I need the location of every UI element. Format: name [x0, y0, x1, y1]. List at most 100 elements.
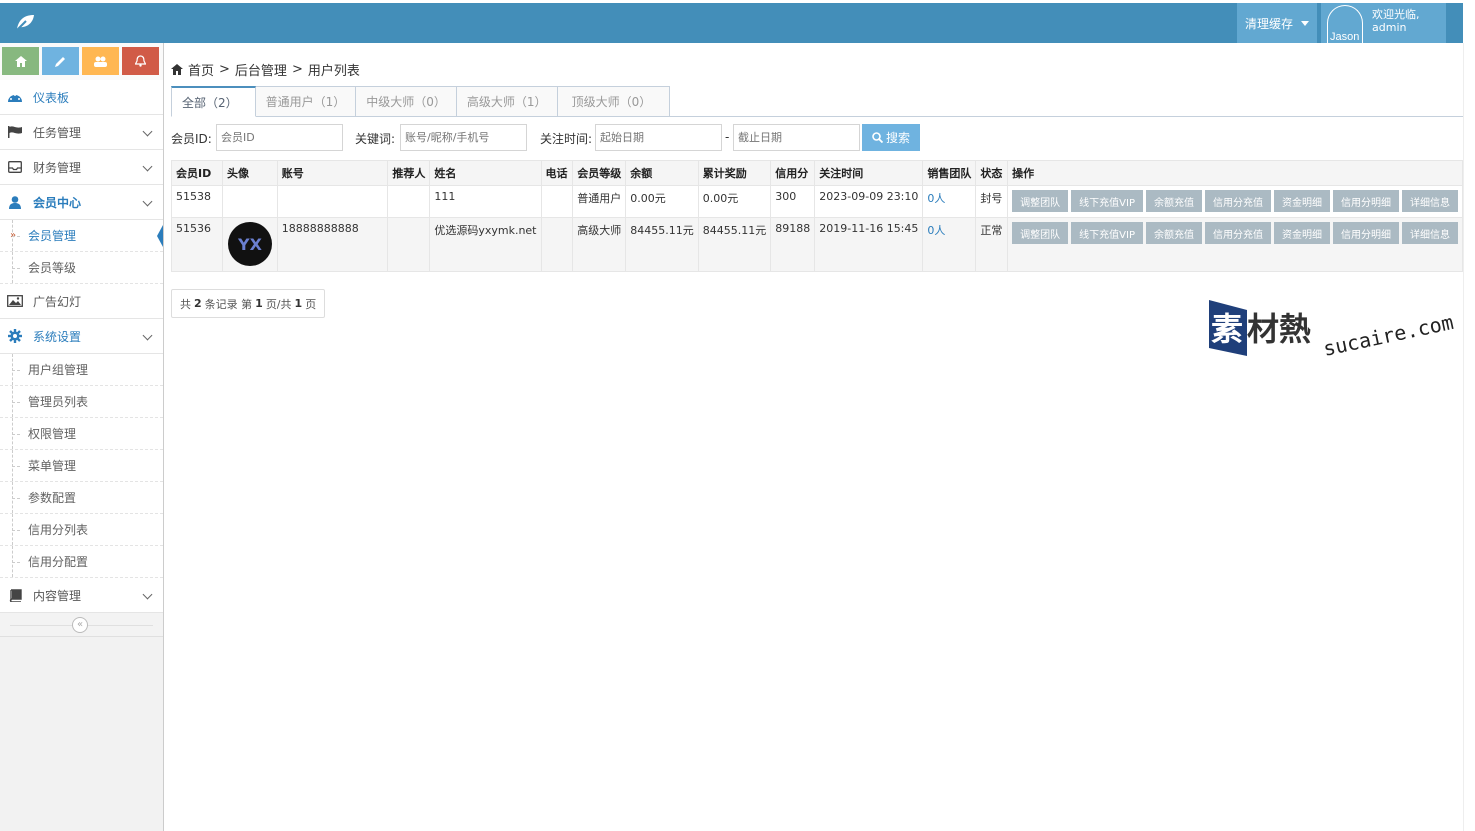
col-header: 操作 — [1007, 160, 1463, 186]
fund-details-button[interactable]: 资金明细 — [1274, 222, 1330, 244]
dashboard-icon — [7, 90, 23, 104]
right-scroll-area[interactable] — [1463, 43, 1475, 831]
fund-details-button[interactable]: 资金明细 — [1274, 190, 1330, 212]
cell-account: 18888888888 — [276, 217, 389, 272]
active-marker — [157, 225, 163, 247]
sidebar-collapse-bar: « — [0, 613, 163, 637]
tab-all[interactable]: 全部（2） — [171, 86, 256, 117]
detail-info-button[interactable]: 详细信息 — [1402, 222, 1458, 244]
level-tabs: 全部（2） 普通用户（1） 中级大师（0） 高级大师（1） 顶级大师（0） — [171, 86, 671, 117]
user-avatar: Jason — [1327, 5, 1363, 43]
top-navbar: 清理缓存 Jason 欢迎光临, admin — [0, 3, 1463, 43]
balance-recharge-button[interactable]: 余额充值 — [1146, 222, 1202, 244]
home-shortcut-button[interactable] — [2, 47, 39, 75]
sidebar-subitem-label: 会员管理 — [28, 229, 77, 243]
credit-details-button[interactable]: 信用分明细 — [1333, 222, 1399, 244]
col-header: 账号 — [276, 160, 389, 186]
member-table: 会员ID 头像 账号 推荐人 姓名 电话 会员等级 余额 累计奖励 信用分 关注… — [171, 160, 1463, 272]
double-angle-left-icon[interactable]: « — [72, 617, 88, 633]
bell-icon — [135, 55, 146, 67]
team-link[interactable]: 0人 — [927, 192, 945, 205]
watermark-cn-2: 材熱 — [1247, 310, 1311, 348]
sidebar-subitem-permissions[interactable]: 权限管理 — [0, 418, 163, 450]
cell-credit: 89188 — [770, 217, 816, 272]
credit-details-button[interactable]: 信用分明细 — [1333, 190, 1399, 212]
bell-shortcut-button[interactable] — [122, 47, 159, 75]
pager-text: 页 — [305, 297, 317, 311]
keyword-input[interactable] — [400, 124, 527, 151]
member-id-label: 会员ID: — [171, 132, 212, 146]
username-label: admin — [1372, 21, 1407, 34]
cell-phone — [540, 217, 574, 272]
cell-team: 0人 — [922, 185, 977, 218]
col-header: 关注时间 — [814, 160, 924, 186]
sidebar-item-label: 内容管理 — [33, 588, 82, 603]
sidebar-subitem-member-management[interactable]: » 会员管理 — [0, 220, 163, 252]
balance-recharge-button[interactable]: 余额充值 — [1146, 190, 1202, 212]
sidebar-subitem-label: 权限管理 — [28, 427, 77, 441]
tab-senior-master[interactable]: 高级大师（1） — [456, 86, 558, 117]
sidebar-subitem-label: 参数配置 — [28, 491, 77, 505]
sidebar-subitem-admin-list[interactable]: 管理员列表 — [0, 386, 163, 418]
adjust-team-button[interactable]: 调整团队 — [1012, 190, 1069, 212]
watermark-en: sucaire.com — [1321, 310, 1456, 361]
pencil-shortcut-button[interactable] — [42, 47, 79, 75]
cell-status: 封号 — [975, 185, 1009, 218]
breadcrumb: 首页 > 后台管理 > 用户列表 — [171, 60, 360, 79]
sidebar-item-ads[interactable]: 广告幻灯 — [0, 284, 163, 319]
sidebar-item-content[interactable]: 内容管理 — [0, 578, 163, 613]
offline-vip-recharge-button[interactable]: 线下充值VIP — [1071, 190, 1143, 212]
sidebar-item-finance[interactable]: 财务管理 — [0, 150, 163, 185]
breadcrumb-separator: > — [291, 62, 303, 77]
sidebar-subitem-user-groups[interactable]: 用户组管理 — [0, 354, 163, 386]
adjust-team-button[interactable]: 调整团队 — [1012, 222, 1069, 244]
sidebar-item-dashboard[interactable]: 仪表板 — [0, 80, 163, 115]
team-link[interactable]: 0人 — [927, 224, 945, 237]
book-icon — [7, 588, 23, 602]
cell-follow-time: 2019-11-16 15:45 — [814, 217, 924, 272]
user-menu[interactable]: Jason 欢迎光临, admin — [1321, 3, 1446, 43]
sidebar-item-member-center[interactable]: 会员中心 — [0, 185, 163, 220]
end-date-input[interactable] — [733, 124, 860, 151]
leaf-logo-icon[interactable] — [14, 12, 36, 32]
tab-top-master[interactable]: 顶级大师（0） — [557, 86, 671, 117]
search-button[interactable]: 搜索 — [862, 124, 920, 151]
sidebar-item-system-settings[interactable]: 系统设置 — [0, 319, 163, 354]
col-header: 电话 — [540, 160, 574, 186]
cell-reward: 84455.11元 — [697, 217, 772, 272]
start-date-input[interactable] — [595, 124, 722, 151]
watermark-cn-1: 素 — [1211, 310, 1243, 348]
sidebar-item-label: 系统设置 — [33, 329, 82, 344]
breadcrumb-home[interactable]: 首页 — [188, 60, 214, 79]
tab-intermediate-master[interactable]: 中级大师（0） — [356, 86, 457, 117]
offline-vip-recharge-button[interactable]: 线下充值VIP — [1071, 222, 1143, 244]
sidebar-subitem-menus[interactable]: 菜单管理 — [0, 450, 163, 482]
detail-info-button[interactable]: 详细信息 — [1402, 190, 1458, 212]
sidebar-subitem-params[interactable]: 参数配置 — [0, 482, 163, 514]
sidebar-item-label: 广告幻灯 — [33, 294, 82, 309]
credit-recharge-button[interactable]: 信用分充值 — [1205, 190, 1271, 212]
col-header: 姓名 — [429, 160, 542, 186]
col-header: 余额 — [625, 160, 699, 186]
member-id-input[interactable] — [216, 124, 343, 151]
breadcrumb-admin[interactable]: 后台管理 — [235, 60, 287, 79]
double-angle-right-icon: » — [10, 230, 17, 241]
sidebar-subitem-credit-list[interactable]: 信用分列表 — [0, 514, 163, 546]
table-row: 51536 YX 18888888888 优选源码yxymk.net 高级大师 … — [171, 217, 1463, 272]
cell-name: 111 — [429, 185, 542, 218]
pager-text: 条记录 第 — [204, 297, 253, 311]
sidebar-subitem-credit-config[interactable]: 信用分配置 — [0, 546, 163, 578]
chevron-down-icon — [142, 589, 153, 600]
users-shortcut-button[interactable] — [82, 47, 119, 75]
sidebar-subitem-member-level[interactable]: 会员等级 — [0, 252, 163, 284]
chevron-down-icon — [142, 161, 153, 172]
credit-recharge-button[interactable]: 信用分充值 — [1205, 222, 1271, 244]
sidebar-item-label: 会员中心 — [33, 195, 82, 210]
cell-account — [276, 185, 389, 218]
tab-normal-user[interactable]: 普通用户（1） — [255, 86, 357, 117]
clear-cache-dropdown[interactable]: 清理缓存 — [1237, 3, 1317, 43]
sidebar-subitem-label: 管理员列表 — [28, 395, 89, 409]
col-header: 信用分 — [770, 160, 816, 186]
picture-icon — [7, 294, 23, 308]
sidebar-item-tasks[interactable]: 任务管理 — [0, 115, 163, 150]
